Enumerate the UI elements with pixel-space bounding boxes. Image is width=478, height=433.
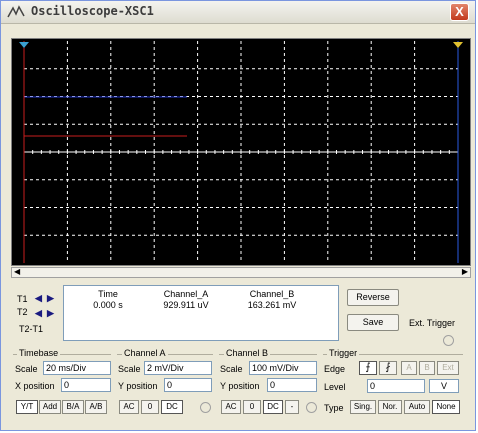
edge-label: Edge: [324, 364, 346, 374]
oscilloscope-window: Oscilloscope-XSC1 X ◀ ▶ T1 ◀ ▶ T2 ◀ ▶ T2…: [0, 0, 476, 431]
t1-label: T1: [17, 294, 28, 304]
falling-edge-icon[interactable]: ⨏: [379, 361, 397, 375]
scope-graticule: [19, 41, 463, 263]
level-label: Level: [324, 382, 346, 392]
trigger-source-a-button[interactable]: A: [401, 361, 417, 375]
readout-table: Time Channel_A Channel_B 0.000 s 929.911…: [63, 285, 339, 341]
trigger-type-none-button[interactable]: None: [432, 400, 460, 414]
trigger-type-single-button[interactable]: Sing.: [350, 400, 376, 414]
header-time: Time: [98, 289, 118, 299]
cursor-t1-marker: [19, 42, 29, 48]
mode-ba-button[interactable]: B/A: [62, 400, 84, 414]
title-bar[interactable]: Oscilloscope-XSC1 X: [1, 1, 475, 24]
t1-right-arrow-icon[interactable]: ▶: [45, 293, 56, 303]
t1-channel-a-value: 929.911 uV: [163, 300, 209, 310]
channel-b-ac-button[interactable]: AC: [221, 400, 241, 414]
t1-left-arrow-icon[interactable]: ◀: [33, 293, 44, 303]
trigger-source-b-button[interactable]: B: [419, 361, 435, 375]
trigger-title: Trigger: [327, 348, 360, 358]
channel-a-y-position-field[interactable]: 0: [164, 378, 212, 392]
t1-channel-b-value: 163.261 mV: [247, 300, 297, 310]
type-label: Type: [324, 403, 344, 413]
horizontal-scrollbar[interactable]: ◀ ▶: [11, 267, 471, 278]
ext-trigger-terminal[interactable]: [443, 335, 454, 346]
channel-a-ac-button[interactable]: AC: [119, 400, 139, 414]
timebase-scale-field[interactable]: 20 ms/Div: [43, 361, 111, 375]
channel-a-dc-button[interactable]: DC: [161, 400, 183, 414]
trigger-type-auto-button[interactable]: Auto: [404, 400, 430, 414]
t2-label: T2: [17, 307, 28, 317]
trigger-level-field[interactable]: 0: [367, 379, 425, 393]
channel-a-y-position-label: Y position: [118, 381, 158, 391]
channel-a-scale-field[interactable]: 2 mV/Div: [144, 361, 212, 375]
t2-right-arrow-icon[interactable]: ▶: [45, 308, 56, 318]
mode-ab-button[interactable]: A/B: [85, 400, 107, 414]
cursor-t2-marker: [453, 42, 463, 48]
timebase-title: Timebase: [17, 348, 61, 358]
scope-display: [11, 38, 471, 266]
t2-left-arrow-icon[interactable]: ◀: [33, 308, 44, 318]
trigger-level-unit[interactable]: V: [429, 379, 459, 393]
channel-a-terminal[interactable]: [200, 402, 211, 413]
ext-trigger-label: Ext. Trigger: [409, 318, 456, 328]
channel-a-title: Channel A: [122, 348, 168, 358]
channel-b-zero-button[interactable]: 0: [243, 400, 261, 414]
mode-yt-button[interactable]: Y/T: [16, 400, 38, 414]
window-title: Oscilloscope-XSC1: [31, 4, 154, 18]
oscilloscope-app-icon: [7, 5, 25, 18]
x-position-field[interactable]: 0: [61, 378, 111, 392]
reverse-button[interactable]: Reverse: [347, 289, 399, 306]
trigger-type-normal-button[interactable]: Nor.: [378, 400, 402, 414]
save-button[interactable]: Save: [347, 314, 399, 331]
rising-edge-icon[interactable]: ⨍: [359, 361, 377, 375]
x-position-label: X position: [15, 381, 55, 391]
trigger-source-ext-button[interactable]: Ext: [437, 361, 459, 375]
scroll-right-icon[interactable]: ▶: [462, 267, 468, 276]
channel-b-terminal[interactable]: [306, 402, 317, 413]
channel-b-y-position-field[interactable]: 0: [267, 378, 317, 392]
channel-a-zero-button[interactable]: 0: [141, 400, 159, 414]
close-button[interactable]: X: [450, 3, 469, 21]
channel-b-y-position-label: Y position: [220, 381, 260, 391]
channel-a-scale-label: Scale: [118, 364, 141, 374]
channel-b-minus-button[interactable]: -: [285, 400, 299, 414]
cursor-readout-panel: T1 ◀ ▶ T2 ◀ ▶ T2-T1 Time Channel_A Chann…: [11, 283, 471, 346]
mode-add-button[interactable]: Add: [39, 400, 61, 414]
channel-b-dc-button[interactable]: DC: [263, 400, 283, 414]
channel-b-scale-field[interactable]: 100 mV/Div: [249, 361, 317, 375]
timebase-scale-label: Scale: [15, 364, 38, 374]
channel-b-title: Channel B: [224, 348, 271, 358]
t2-t1-label: T2-T1: [19, 324, 44, 334]
scroll-left-icon[interactable]: ◀: [14, 267, 20, 276]
header-channel-b: Channel_B: [249, 289, 295, 299]
t1-time-value: 0.000 s: [93, 300, 123, 310]
channel-b-scale-label: Scale: [220, 364, 243, 374]
header-channel-a: Channel_A: [163, 289, 209, 299]
